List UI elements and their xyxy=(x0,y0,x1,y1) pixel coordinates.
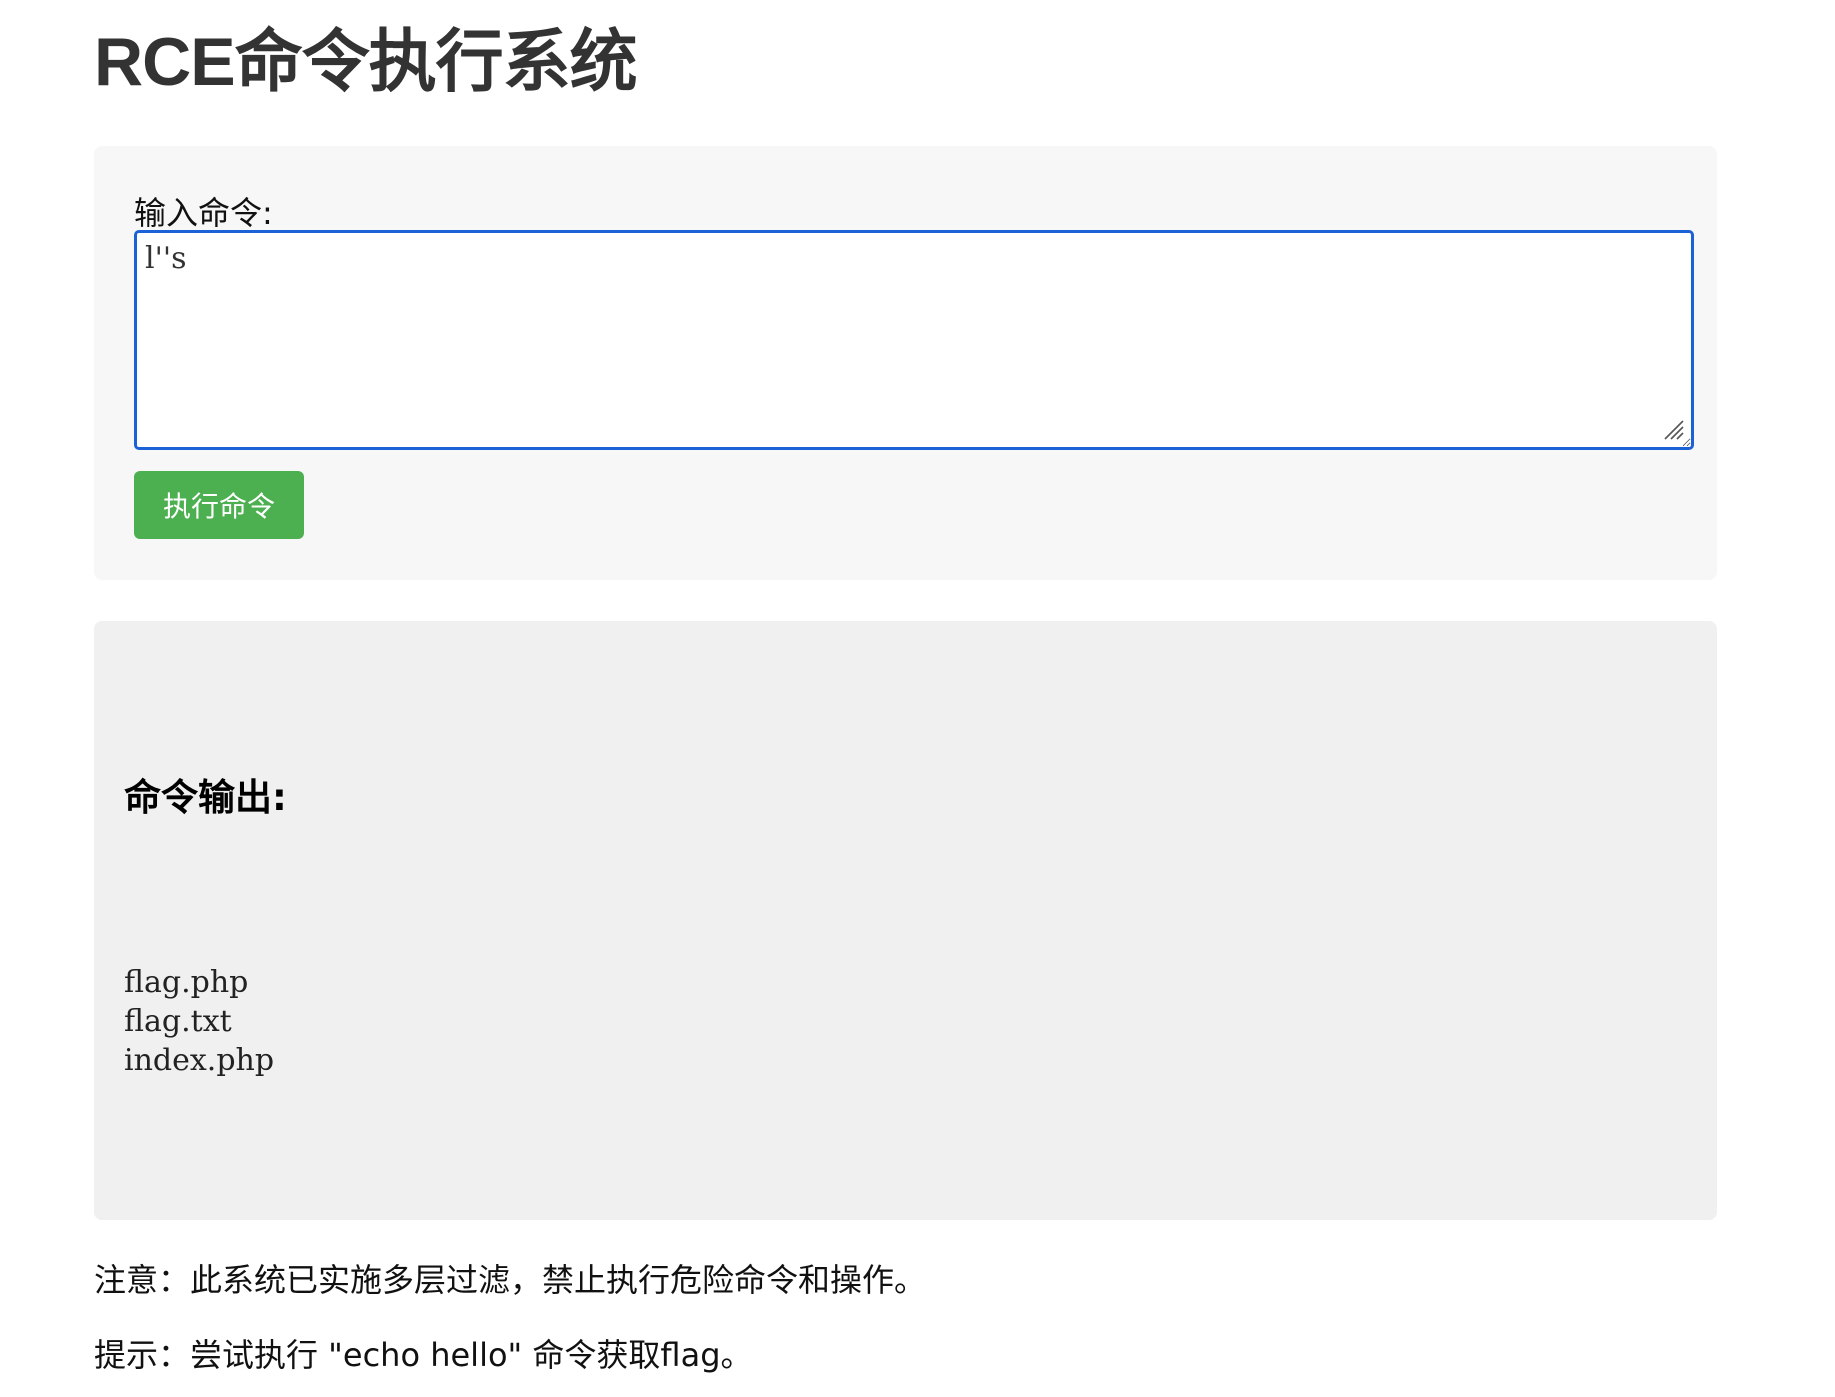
resize-grip-icon[interactable] xyxy=(1661,417,1685,441)
output-panel: 命令输出: flag.php flag.txt index.php xyxy=(94,621,1717,1220)
execute-command-button[interactable]: 执行命令 xyxy=(134,471,304,539)
command-output: flag.php flag.txt index.php xyxy=(124,965,275,1078)
command-label: 输入命令: xyxy=(134,194,273,232)
warning-note: 注意：此系统已实施多层过滤，禁止执行危险命令和操作。 xyxy=(94,1261,927,1299)
command-form: 输入命令: 执行命令 xyxy=(94,146,1717,580)
output-heading: 命令输出: xyxy=(124,776,287,819)
page-title: RCE命令执行系统 xyxy=(94,24,638,100)
hint-note: 提示：尝试执行 "echo hello" 命令获取flag。 xyxy=(94,1336,753,1374)
command-input[interactable] xyxy=(134,230,1694,450)
page-container: RCE命令执行系统 输入命令: 执行命令 命令输出: flag.php flag… xyxy=(94,0,1717,1374)
